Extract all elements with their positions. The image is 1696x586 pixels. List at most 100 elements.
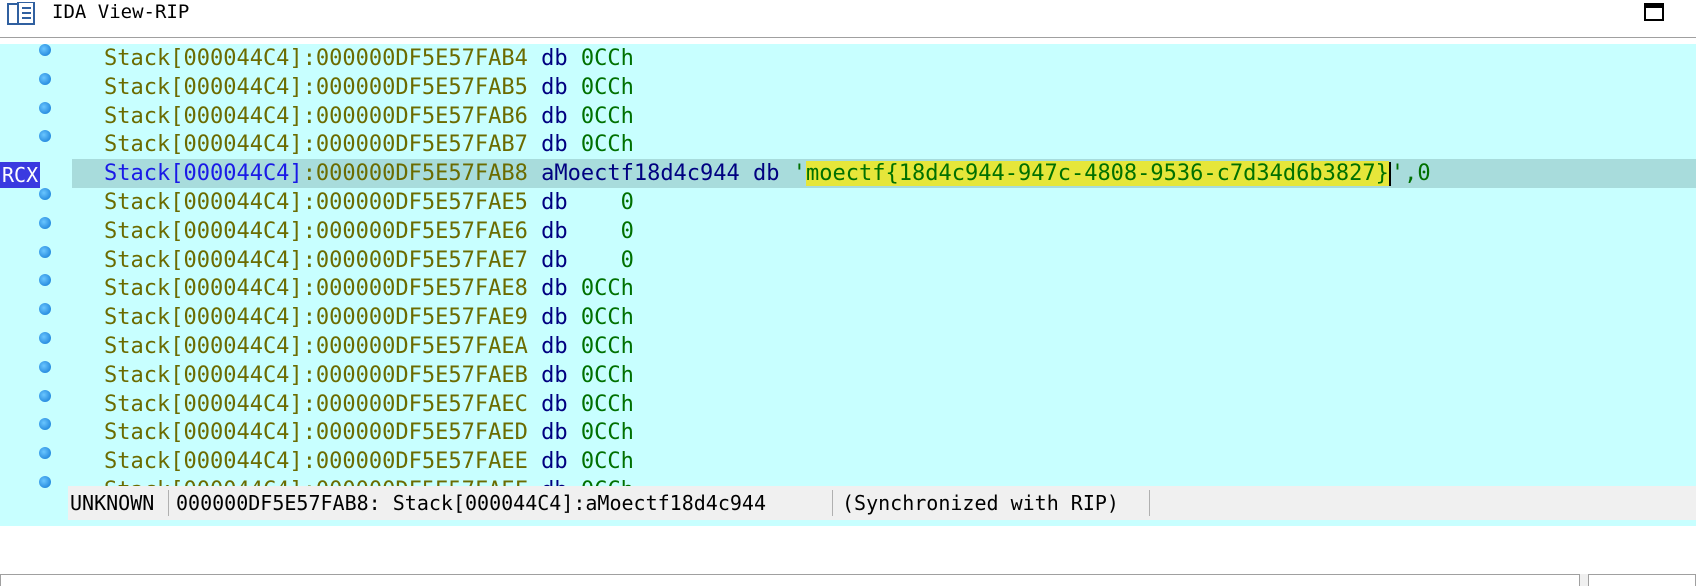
address[interactable]: :000000DF5E57FAE5 bbox=[303, 190, 528, 215]
address[interactable]: :000000DF5E57FAE8 bbox=[303, 276, 528, 301]
mnemonic: db bbox=[541, 132, 568, 158]
segment-name[interactable]: Stack[000044C4] bbox=[104, 75, 303, 100]
operand-value[interactable]: 0CCh bbox=[581, 363, 634, 388]
breakpoint-gutter[interactable]: RCX bbox=[0, 44, 64, 526]
operand-value[interactable]: 0CCh bbox=[581, 75, 634, 100]
operand-value[interactable]: 0CCh bbox=[581, 449, 634, 474]
address[interactable]: :000000DF5E57FAEC bbox=[303, 392, 528, 417]
address[interactable]: :000000DF5E57FAB6 bbox=[303, 104, 528, 129]
breakpoint-dot-icon[interactable] bbox=[39, 101, 51, 114]
status-divider bbox=[832, 490, 833, 516]
listing-row[interactable]: Stack[000044C4]:000000DF5E57FAB4 db 0CCh bbox=[72, 44, 1696, 73]
listing-line-text: Stack[000044C4]:000000DF5E57FAE9 db 0CCh bbox=[104, 303, 634, 332]
operand-value[interactable]: 0CCh bbox=[581, 392, 634, 417]
breakpoint-dot-icon[interactable] bbox=[39, 332, 51, 344]
mnemonic: db bbox=[541, 74, 568, 100]
bottom-panel-right[interactable] bbox=[1588, 574, 1696, 586]
segment-name[interactable]: Stack[000044C4] bbox=[104, 276, 303, 301]
address[interactable]: :000000DF5E57FAB8 bbox=[303, 161, 528, 186]
address[interactable]: :000000DF5E57FAE6 bbox=[303, 219, 528, 244]
segment-name[interactable]: Stack[000044C4] bbox=[104, 248, 303, 273]
operand-value[interactable]: 0CCh bbox=[581, 420, 634, 445]
symbol-name[interactable]: aMoectf18d4c944 bbox=[541, 161, 740, 186]
listing-line-text: Stack[000044C4]:000000DF5E57FAED db 0CCh bbox=[104, 418, 634, 447]
listing-line-text: Stack[000044C4]:000000DF5E57FAB8 aMoectf… bbox=[104, 159, 1431, 188]
disassembly-listing[interactable]: Stack[000044C4]:000000DF5E57FAB4 db 0CCh… bbox=[72, 44, 1696, 526]
string-literal-highlighted[interactable]: moectf{18d4c944-947c-4808-9536-c7d34d6b3… bbox=[806, 161, 1389, 187]
segment-name[interactable]: Stack[000044C4] bbox=[104, 132, 303, 157]
breakpoint-dot-icon[interactable] bbox=[39, 188, 51, 200]
breakpoint-dot-icon[interactable] bbox=[39, 72, 51, 85]
segment-name[interactable]: Stack[000044C4] bbox=[104, 363, 303, 388]
listing-row[interactable]: Stack[000044C4]:000000DF5E57FAB7 db 0CCh bbox=[72, 130, 1696, 159]
address[interactable]: :000000DF5E57FAB7 bbox=[303, 132, 528, 157]
status-item-sync: (Synchronized with RIP) bbox=[842, 491, 1119, 515]
segment-name[interactable]: Stack[000044C4] bbox=[104, 305, 303, 330]
listing-row[interactable]: Stack[000044C4]:000000DF5E57FAED db 0CCh bbox=[72, 418, 1696, 447]
mnemonic: db bbox=[541, 334, 568, 359]
operand-value[interactable]: 0CCh bbox=[581, 334, 634, 359]
status-divider bbox=[1149, 490, 1150, 516]
breakpoint-dot-icon[interactable] bbox=[39, 447, 51, 460]
operand-value[interactable]: 0 bbox=[581, 219, 634, 244]
breakpoint-dot-icon[interactable] bbox=[39, 418, 51, 431]
mnemonic: db bbox=[541, 103, 568, 129]
address[interactable]: :000000DF5E57FAEB bbox=[303, 363, 528, 388]
listing-row[interactable]: Stack[000044C4]:000000DF5E57FAE9 db 0CCh bbox=[72, 303, 1696, 332]
segment-name[interactable]: Stack[000044C4] bbox=[104, 420, 303, 445]
listing-row[interactable]: Stack[000044C4]:000000DF5E57FAB6 db 0CCh bbox=[72, 102, 1696, 131]
address[interactable]: :000000DF5E57FAE9 bbox=[303, 305, 528, 330]
address[interactable]: :000000DF5E57FAEE bbox=[303, 449, 528, 474]
address[interactable]: :000000DF5E57FAB4 bbox=[303, 46, 528, 71]
address[interactable]: :000000DF5E57FAB5 bbox=[303, 75, 528, 100]
mnemonic: db bbox=[541, 276, 568, 302]
listing-row[interactable]: Stack[000044C4]:000000DF5E57FAE6 db 0 bbox=[72, 217, 1696, 246]
operand-value[interactable]: 0CCh bbox=[581, 276, 634, 301]
listing-line-text: Stack[000044C4]:000000DF5E57FAEE db 0CCh bbox=[104, 447, 634, 476]
current-listing-row[interactable]: Stack[000044C4]:000000DF5E57FAB8 aMoectf… bbox=[72, 159, 1696, 189]
listing-row[interactable]: Stack[000044C4]:000000DF5E57FAEE db 0CCh bbox=[72, 447, 1696, 476]
segment-name[interactable]: Stack[000044C4] bbox=[104, 161, 303, 186]
maximize-icon[interactable] bbox=[1644, 3, 1664, 21]
segment-name[interactable]: Stack[000044C4] bbox=[104, 334, 303, 359]
operand-value[interactable]: 0CCh bbox=[581, 305, 634, 330]
breakpoint-dot-icon[interactable] bbox=[39, 216, 51, 229]
breakpoint-dot-icon[interactable] bbox=[39, 476, 51, 488]
breakpoint-dot-icon[interactable] bbox=[39, 303, 51, 316]
breakpoint-dot-icon[interactable] bbox=[39, 245, 51, 258]
segment-name[interactable]: Stack[000044C4] bbox=[104, 449, 303, 474]
operand-value[interactable]: 0 bbox=[581, 190, 634, 215]
listing-row[interactable]: Stack[000044C4]:000000DF5E57FAEA db 0CCh bbox=[72, 332, 1696, 361]
disassembly-view[interactable]: RCX Stack[000044C4]:000000DF5E57FAB4 db … bbox=[0, 44, 1696, 526]
listing-row[interactable]: Stack[000044C4]:000000DF5E57FAE5 db 0 bbox=[72, 188, 1696, 217]
listing-line-text: Stack[000044C4]:000000DF5E57FAB7 db 0CCh bbox=[104, 130, 634, 159]
breakpoint-dot-icon[interactable] bbox=[39, 360, 51, 373]
segment-name[interactable]: Stack[000044C4] bbox=[104, 104, 303, 129]
string-quote-close: ',0 bbox=[1390, 161, 1431, 187]
address[interactable]: :000000DF5E57FAE7 bbox=[303, 248, 528, 273]
address[interactable]: :000000DF5E57FAED bbox=[303, 420, 528, 445]
listing-row[interactable]: Stack[000044C4]:000000DF5E57FAB5 db 0CCh bbox=[72, 73, 1696, 102]
listing-row[interactable]: Stack[000044C4]:000000DF5E57FAEB db 0CCh bbox=[72, 361, 1696, 390]
breakpoint-dot-icon[interactable] bbox=[39, 274, 51, 287]
segment-name[interactable]: Stack[000044C4] bbox=[104, 392, 303, 417]
operand-value[interactable]: 0CCh bbox=[581, 104, 634, 129]
listing-line-text: Stack[000044C4]:000000DF5E57FAB6 db 0CCh bbox=[104, 102, 634, 131]
operand-value[interactable]: 0CCh bbox=[581, 132, 634, 157]
operand-value[interactable]: 0CCh bbox=[581, 46, 634, 71]
listing-line-text: Stack[000044C4]:000000DF5E57FAE5 db 0 bbox=[104, 188, 634, 217]
listing-row[interactable]: Stack[000044C4]:000000DF5E57FAE7 db 0 bbox=[72, 246, 1696, 275]
breakpoint-dot-icon[interactable] bbox=[39, 389, 51, 402]
address[interactable]: :000000DF5E57FAEA bbox=[303, 334, 528, 359]
listing-row[interactable]: Stack[000044C4]:000000DF5E57FAEC db 0CCh bbox=[72, 390, 1696, 419]
document-list-icon bbox=[7, 2, 35, 25]
listing-line-text: Stack[000044C4]:000000DF5E57FAE7 db 0 bbox=[104, 246, 634, 275]
segment-name[interactable]: Stack[000044C4] bbox=[104, 190, 303, 215]
segment-name[interactable]: Stack[000044C4] bbox=[104, 46, 303, 71]
bottom-panel-left[interactable] bbox=[0, 574, 1580, 586]
breakpoint-dot-icon[interactable] bbox=[39, 130, 51, 143]
listing-row[interactable]: Stack[000044C4]:000000DF5E57FAE8 db 0CCh bbox=[72, 274, 1696, 303]
operand-value[interactable]: 0 bbox=[581, 248, 634, 273]
breakpoint-dot-icon[interactable] bbox=[39, 44, 51, 56]
segment-name[interactable]: Stack[000044C4] bbox=[104, 219, 303, 244]
